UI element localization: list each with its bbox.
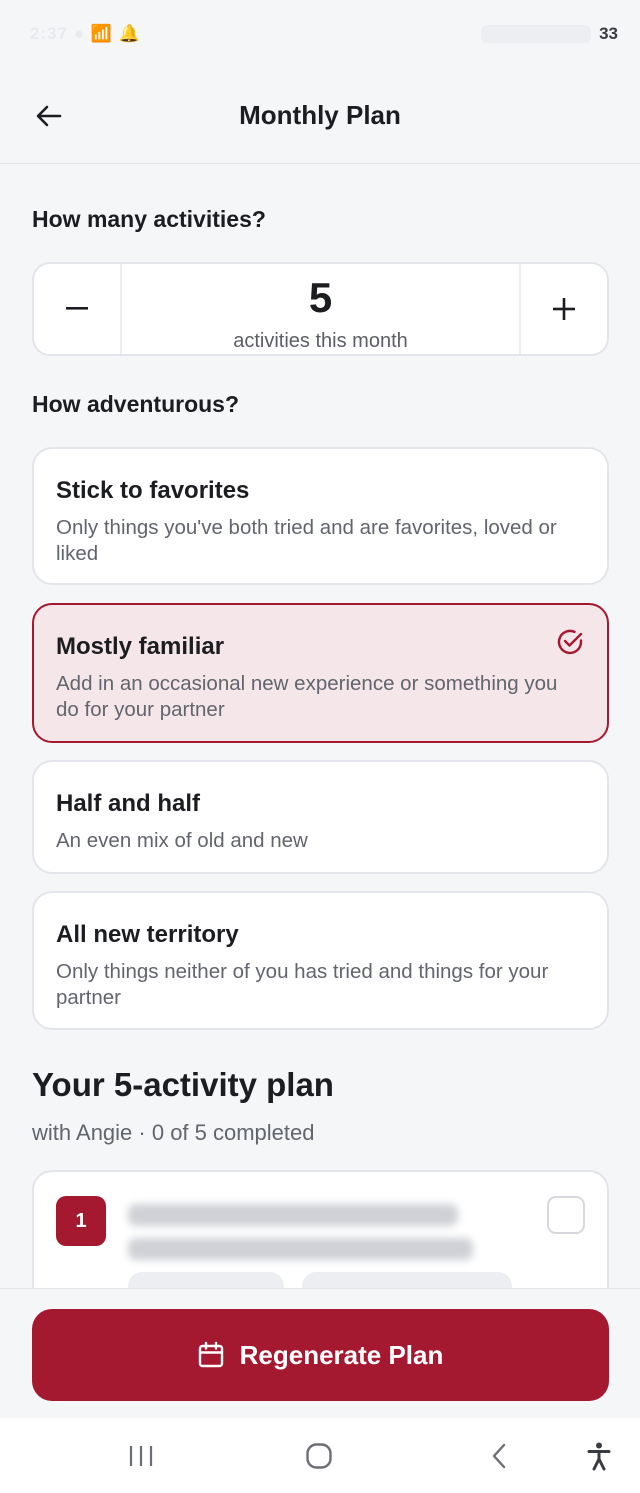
activity-title-redacted bbox=[128, 1238, 473, 1260]
option-all-new-territory[interactable]: All new territory Only things neither of… bbox=[32, 891, 609, 1030]
option-title: Mostly familiar bbox=[56, 633, 225, 660]
plan-title: Your 5-activity plan bbox=[32, 1066, 334, 1103]
status-signal-icons bbox=[481, 25, 592, 43]
app-bar: Monthly Plan bbox=[0, 70, 640, 164]
activities-stepper: 5 activities this month bbox=[32, 262, 609, 356]
decrement-button[interactable] bbox=[34, 264, 122, 354]
calendar-icon bbox=[198, 1341, 223, 1368]
activities-value-display: 5 activities this month bbox=[122, 264, 519, 354]
battery-level: 33 bbox=[599, 24, 618, 43]
activities-count-label: How many activities? bbox=[32, 206, 266, 232]
adventurous-label: How adventurous? bbox=[32, 391, 240, 417]
page-title: Monthly Plan bbox=[239, 100, 401, 130]
option-half-and-half[interactable]: Half and half An even mix of old and new bbox=[32, 760, 609, 874]
status-icons: 33 bbox=[481, 24, 618, 44]
option-description: Only things you've both tried and are fa… bbox=[56, 516, 557, 565]
nav-back-button[interactable] bbox=[484, 1440, 514, 1472]
minus-icon bbox=[66, 307, 88, 310]
activities-count-caption: activities this month bbox=[233, 330, 408, 352]
accessibility-icon bbox=[587, 1442, 611, 1471]
activity-complete-checkbox[interactable] bbox=[547, 1196, 585, 1234]
recent-apps-icon bbox=[129, 1446, 153, 1466]
option-mostly-familiar[interactable]: Mostly familiar Add in an occasional new… bbox=[32, 603, 609, 743]
plus-icon bbox=[553, 298, 575, 320]
option-description: Only things neither of you has tried and… bbox=[56, 960, 549, 1009]
back-icon bbox=[492, 1443, 506, 1469]
activity-number-badge: 1 bbox=[56, 1196, 106, 1246]
status-bar: 2:37 ● 📶 🔔 33 bbox=[0, 0, 640, 70]
status-time: 2:37 ● 📶 🔔 bbox=[30, 24, 141, 43]
option-stick-to-favorites[interactable]: Stick to favorites Only things you've bo… bbox=[32, 447, 609, 585]
option-title: Stick to favorites bbox=[56, 477, 250, 504]
check-circle-icon bbox=[557, 629, 583, 655]
accessibility-button[interactable] bbox=[584, 1440, 614, 1472]
regenerate-plan-button[interactable]: Regenerate Plan bbox=[32, 1309, 609, 1401]
system-nav-bar bbox=[0, 1418, 640, 1493]
home-icon bbox=[306, 1443, 332, 1469]
option-description: Add in an occasional new experience or s… bbox=[56, 672, 558, 721]
regenerate-plan-label: Regenerate Plan bbox=[239, 1339, 444, 1370]
option-title: All new territory bbox=[56, 921, 239, 948]
bottom-action-bar: Regenerate Plan bbox=[0, 1288, 640, 1418]
recent-apps-button[interactable] bbox=[126, 1440, 156, 1472]
activity-title-redacted bbox=[128, 1204, 458, 1226]
option-title: Half and half bbox=[56, 790, 201, 817]
home-button[interactable] bbox=[303, 1440, 335, 1472]
increment-button[interactable] bbox=[519, 264, 607, 354]
plan-subtitle: with Angie · 0 of 5 completed bbox=[32, 1120, 315, 1145]
option-description: An even mix of old and new bbox=[56, 829, 308, 852]
activities-count-value: 5 bbox=[308, 274, 333, 321]
